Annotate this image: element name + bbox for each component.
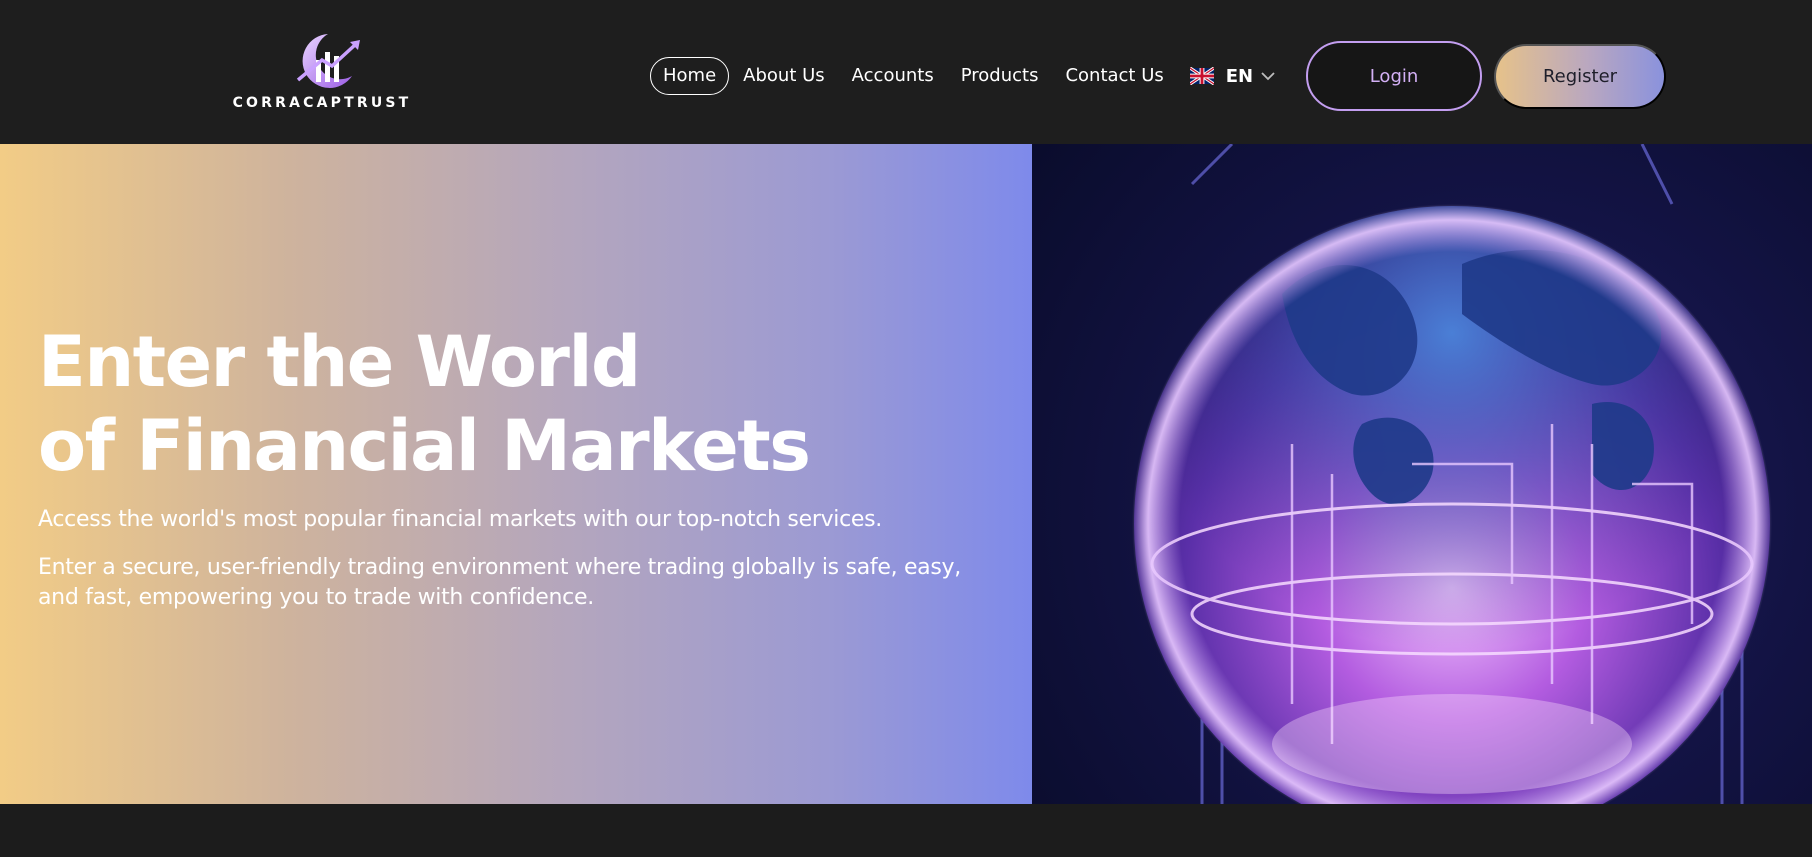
brand-name: CORRACAPTRUST [232, 95, 412, 111]
nav-accounts[interactable]: Accounts [839, 57, 947, 95]
nav-products[interactable]: Products [948, 57, 1052, 95]
hero-paragraph-1: Access the world's most popular financia… [38, 507, 882, 532]
hero-text-panel: Enter the World of Financial Markets Acc… [0, 144, 1032, 804]
uk-flag-icon [1189, 67, 1214, 85]
site-header: CORRACAPTRUST Home About Us Accounts Pro… [0, 0, 1812, 144]
main-nav: Home About Us Accounts Products Contact … [650, 57, 1275, 95]
chevron-down-icon [1261, 72, 1275, 81]
page-footer-strip [0, 804, 1812, 857]
nav-contact-us[interactable]: Contact Us [1052, 57, 1176, 95]
login-button[interactable]: Login [1306, 41, 1482, 111]
brand-logo[interactable]: CORRACAPTRUST [232, 30, 412, 114]
hero-image [1032, 144, 1812, 804]
register-button[interactable]: Register [1494, 44, 1666, 109]
hero-section: Enter the World of Financial Markets Acc… [0, 144, 1812, 804]
hero-title: Enter the World of Financial Markets [38, 320, 998, 488]
rising-chart-moon-logo-icon [296, 34, 360, 88]
language-selector[interactable]: EN [1189, 57, 1275, 95]
hero-title-line2: of Financial Markets [38, 405, 811, 487]
language-code: EN [1225, 65, 1254, 87]
nav-home[interactable]: Home [650, 57, 730, 95]
hero-title-line1: Enter the World [38, 321, 641, 403]
hero-paragraph-2: Enter a secure, user-friendly trading en… [38, 555, 961, 610]
glowing-globe-illustration [1132, 144, 1772, 804]
nav-about-us[interactable]: About Us [730, 57, 838, 95]
